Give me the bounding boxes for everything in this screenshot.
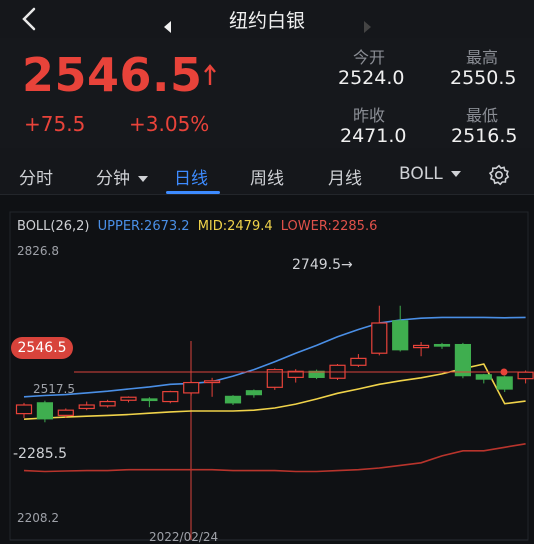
high-label: 最高 [466,48,499,67]
caret-down-icon [138,176,148,182]
candle-body [141,398,158,402]
page-title: 纽约白银 [228,10,305,32]
y-axis-bottom: 2208.2 [17,511,59,525]
y-axis-lower: -2285.5 [13,446,68,462]
prev-close-label: 昨收 [353,106,386,125]
candle-body [517,371,534,380]
quote-panel: 2546.5 +75.5 +3.05% 今开 2524.0 最高 2550.5 … [0,38,534,148]
y-axis-mid: 2517.5 [33,382,75,396]
candle-body [433,343,451,347]
tab-weekly[interactable]: 周线 [250,164,284,189]
candle-body [245,390,262,396]
candle-body [120,396,137,401]
candle-body [413,344,430,349]
tab-monthly[interactable]: 月线 [328,164,362,189]
boll-legend: BOLL(26,2) UPPER:2673.2 MID:2479.4 LOWER… [17,219,381,234]
low-label: 最低 [466,106,499,125]
arrow-up-icon [204,64,216,85]
price-change-percent: +3.05% [129,112,210,136]
high-marker-label: 2749.5→ [292,257,353,273]
candle-body [224,395,242,404]
candle-body [496,376,513,390]
open-label: 今开 [353,48,386,67]
period-tabs: 分时 分钟 日线 周线 月线 BOLL [0,148,534,195]
tab-minute[interactable]: 分钟 [96,164,148,189]
high-value: 2550.5 [450,67,517,89]
current-price-tag: 2546.5 [11,337,73,359]
candle-body [183,381,200,394]
active-tab-indicator [166,191,220,194]
mid-value: MID:2479.4 [197,219,273,234]
candle-body [36,402,54,420]
candle-body [350,357,367,366]
candle-body [475,374,492,380]
kline-chart[interactable] [0,200,534,544]
tab-indicator-boll[interactable]: BOLL [399,164,461,184]
candle-body [57,409,74,416]
indicator-name: BOLL(26,2) [17,219,90,234]
price-change: +75.5 [24,112,86,136]
last-price: 2546.5 [22,48,203,102]
tab-boll-label: BOLL [399,164,443,184]
candle-body [162,391,179,403]
candle-body [78,404,95,410]
header-bar: 纽约白银 [0,0,534,38]
tab-daily[interactable]: 日线 [174,164,208,189]
upper-value: UPPER:2673.2 [97,219,190,234]
candle-body [99,400,116,407]
low-value: 2516.5 [451,125,518,147]
candle-body [204,380,221,384]
candle-body [15,404,33,415]
candle-body [392,320,409,351]
lower-value: LOWER:2285.6 [280,219,378,234]
current-price-dot [500,368,508,376]
candle-body [371,322,388,354]
candle-body [454,343,471,377]
y-axis-top: 2826.8 [17,244,59,258]
tab-minute-label: 分钟 [96,169,130,189]
boll-lower-line [23,443,526,473]
next-instrument-icon[interactable] [364,21,371,33]
crosshair-date: 2022/02/24 [149,530,219,544]
prev-close-value: 2471.0 [340,125,407,147]
gear-icon[interactable] [488,164,510,186]
tab-time-share[interactable]: 分时 [19,164,53,189]
caret-down-icon [450,171,461,177]
open-value: 2524.0 [338,67,405,89]
